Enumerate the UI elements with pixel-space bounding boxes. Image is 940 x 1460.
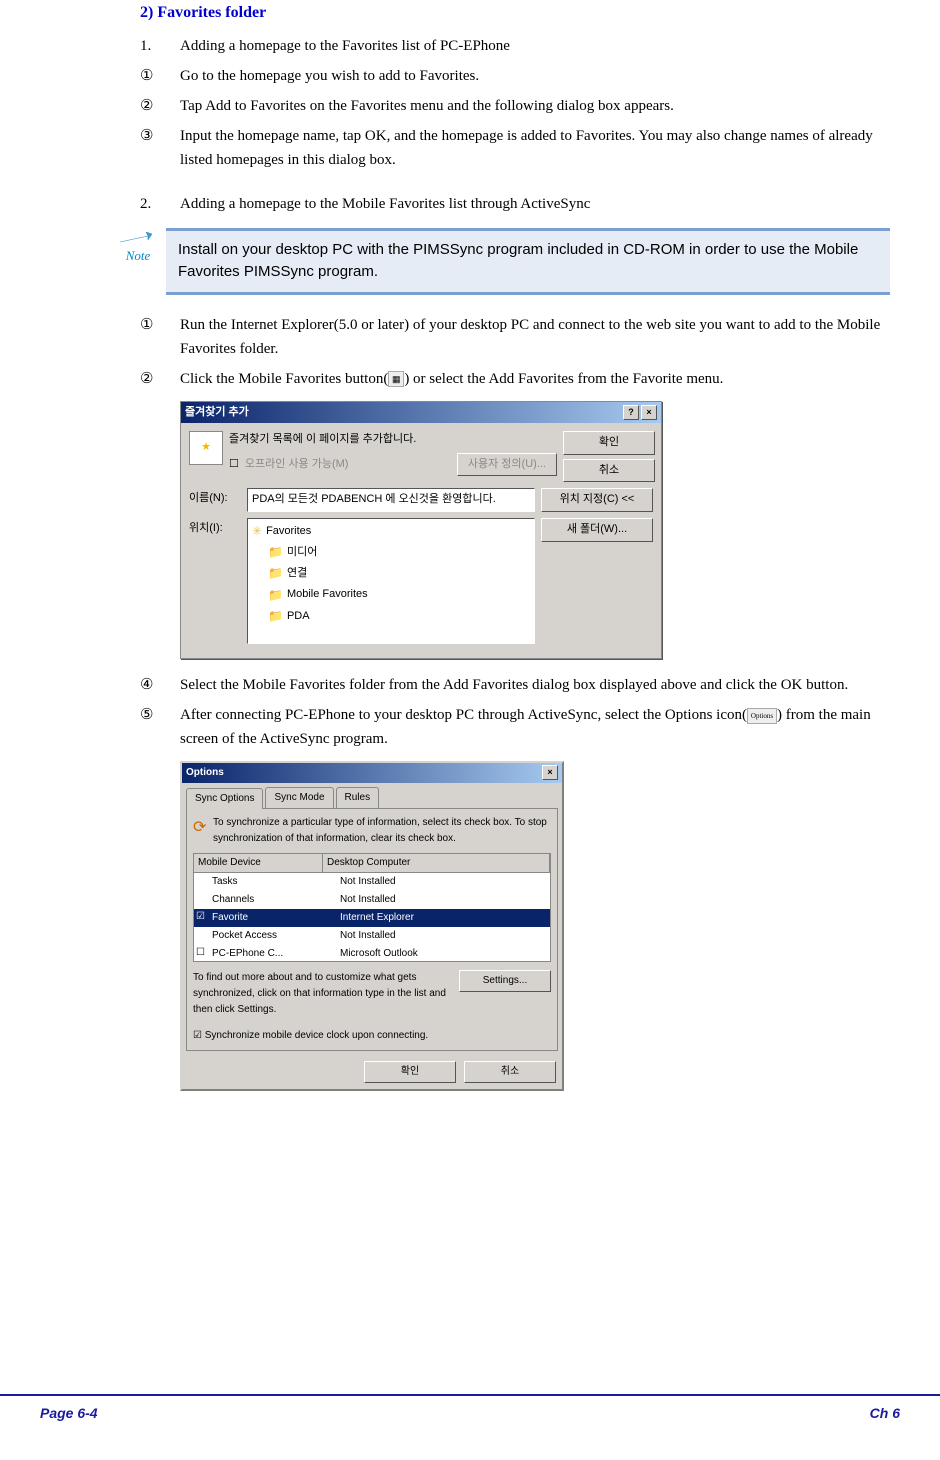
page-number: Page 6-4 [40, 1402, 98, 1424]
tab-sync-options[interactable]: Sync Options [186, 788, 263, 809]
dialog-title: Options [186, 765, 224, 781]
sync-clock-label: Synchronize mobile device clock upon con… [205, 1030, 428, 1041]
circled-bullet: ⑤ [140, 703, 180, 751]
new-folder-button[interactable]: 새 폴더(W)... [541, 518, 653, 542]
ok-button[interactable]: 확인 [364, 1061, 456, 1083]
name-label: 이름(N): [189, 488, 241, 508]
list-text: Go to the homepage you wish to add to Fa… [180, 64, 890, 88]
folder-icon: 📁 [268, 586, 283, 605]
cancel-button[interactable]: 취소 [464, 1061, 556, 1083]
circled-bullet: ① [140, 313, 180, 361]
cancel-button[interactable]: 취소 [563, 459, 655, 483]
checkbox-icon[interactable]: ☐ [229, 456, 239, 474]
step-number: 1. [140, 34, 180, 58]
add-favorites-dialog: 즐겨찾기 추가 ? × ★ 즐겨찾기 목록에 이 페이지를 추가합니다. ☐ 오… [180, 401, 662, 659]
list-text: Select the Mobile Favorites folder from … [180, 673, 890, 697]
circled-bullet: ④ [140, 673, 180, 697]
chapter-label: Ch 6 [870, 1402, 900, 1424]
column-header[interactable]: Desktop Computer [323, 854, 550, 872]
list-text: Tap Add to Favorites on the Favorites me… [180, 94, 890, 118]
folder-icon: ✳ [252, 522, 262, 541]
ok-button[interactable]: 확인 [563, 431, 655, 455]
location-button[interactable]: 위치 지정(C) << [541, 488, 653, 512]
column-header[interactable]: Mobile Device [194, 854, 323, 872]
help-icon[interactable]: ? [623, 405, 639, 420]
step-title: Adding a homepage to the Mobile Favorite… [180, 192, 890, 216]
step-number: 2. [140, 192, 180, 216]
step-title: Adding a homepage to the Favorites list … [180, 34, 890, 58]
offline-label: 오프라인 사용 가능(M) [245, 456, 349, 474]
star-icon: ★ [189, 431, 223, 465]
note-icon: Note [110, 228, 166, 267]
circled-bullet: ② [140, 367, 180, 391]
close-icon[interactable]: × [641, 405, 657, 420]
name-field[interactable]: PDA의 모든것 PDABENCH 에 오신것을 환영합니다. [247, 488, 535, 512]
close-icon[interactable]: × [542, 765, 558, 780]
folder-icon: 📁 [268, 564, 283, 583]
dialog-description: 즐겨찾기 목록에 이 페이지를 추가합니다. [229, 431, 557, 449]
circled-bullet: ① [140, 64, 180, 88]
dialog-title: 즐겨찾기 추가 [185, 404, 249, 422]
hint-text: To find out more about and to customize … [193, 970, 451, 1018]
tab-rules[interactable]: Rules [336, 787, 380, 808]
customize-button[interactable]: 사용자 정의(U)... [457, 453, 557, 477]
settings-button[interactable]: Settings... [459, 970, 551, 992]
list-text: After connecting PC-EPhone to your deskt… [180, 703, 890, 751]
note-label: Note [126, 248, 151, 263]
info-text: To synchronize a particular type of info… [213, 815, 551, 847]
folder-tree[interactable]: ✳Favorites 📁미디어 📁연결 📁Mobile Favorites 📁P… [247, 518, 535, 644]
circled-bullet: ③ [140, 124, 180, 172]
folder-icon: 📁 [268, 607, 283, 626]
options-dialog: Options × Sync Options Sync Mode Rules ⟳… [180, 761, 564, 1091]
note-box: Install on your desktop PC with the PIMS… [166, 228, 890, 295]
location-label: 위치(I): [189, 518, 241, 538]
list-text: Click the Mobile Favorites button(▦) or … [180, 367, 890, 391]
options-icon: Options [747, 708, 777, 724]
circled-bullet: ② [140, 94, 180, 118]
tab-sync-mode[interactable]: Sync Mode [265, 787, 333, 808]
sync-icon: ⟳ [193, 815, 207, 847]
mobile-favorites-icon: ▦ [388, 371, 404, 387]
checkbox-icon[interactable]: ☑ [193, 1030, 202, 1041]
list-text: Run the Internet Explorer(5.0 or later) … [180, 313, 890, 361]
sync-list[interactable]: TasksNot Installed ChannelsNot Installed… [193, 873, 551, 962]
section-heading: 2) Favorites folder [140, 0, 900, 26]
folder-icon: 📁 [268, 543, 283, 562]
list-text: Input the homepage name, tap OK, and the… [180, 124, 890, 172]
